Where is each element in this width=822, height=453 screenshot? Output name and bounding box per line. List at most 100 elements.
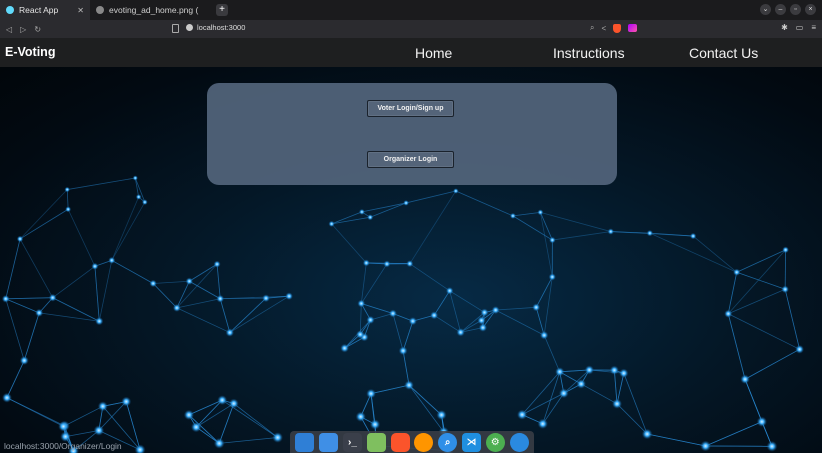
network-node [724, 309, 733, 318]
network-node [369, 419, 381, 430]
search-app-icon[interactable]: ⌕ [438, 432, 458, 452]
back-icon[interactable]: ◁ [6, 25, 12, 34]
files-icon[interactable] [319, 432, 339, 452]
zoom-icon[interactable]: ⌕ [590, 23, 594, 33]
tab-evoting-image[interactable]: evoting_ad_home.png ( [90, 0, 212, 20]
hero-background: Voter Login/Sign up Organizer Login loca… [0, 67, 822, 453]
network-node [228, 398, 239, 409]
voter-login-button[interactable]: Voter Login/Sign up [367, 100, 454, 117]
network-line [581, 383, 618, 405]
network-node [355, 330, 365, 339]
network-node [480, 308, 489, 317]
extensions-icon[interactable]: ✱ [781, 23, 788, 32]
image-favicon-icon [96, 6, 104, 14]
network-node [2, 392, 12, 403]
vscode-icon[interactable]: ⋊ [461, 432, 481, 452]
firefox-icon[interactable] [414, 432, 434, 452]
docker-icon[interactable] [509, 432, 529, 452]
network-line [405, 190, 456, 204]
network-node [406, 260, 414, 268]
network-node [539, 330, 549, 340]
network-line [176, 307, 230, 333]
brave-shield-icon[interactable] [613, 23, 622, 33]
network-line [727, 272, 738, 314]
network-node [149, 279, 157, 288]
nav-home[interactable]: Home [415, 45, 452, 61]
network-node [108, 256, 116, 264]
network-line [188, 399, 223, 416]
network-line [229, 295, 290, 333]
network-line [94, 266, 100, 322]
network-node [366, 315, 375, 325]
network-node [408, 317, 417, 326]
site-info-icon[interactable] [186, 24, 193, 31]
nav-instructions[interactable]: Instructions [553, 45, 625, 61]
network-node [355, 411, 366, 422]
network-node [477, 316, 486, 325]
maximize-icon[interactable]: ▫ [790, 4, 801, 15]
network-line [5, 298, 40, 314]
network-line [535, 307, 545, 336]
network-line [647, 433, 706, 447]
network-node [172, 303, 181, 312]
browser-tab-strip: React App ✕ evoting_ad_home.png ( + ⌄ – … [0, 0, 822, 20]
tab-list-icon[interactable]: ⌄ [760, 4, 771, 15]
organizer-login-button[interactable]: Organizer Login [367, 151, 454, 168]
network-line [219, 298, 231, 333]
network-node [782, 246, 789, 254]
network-line [409, 190, 457, 264]
tab-close-icon[interactable]: ✕ [77, 6, 84, 15]
network-line [433, 290, 451, 316]
desktop-icon[interactable] [295, 432, 315, 452]
network-node [19, 355, 29, 366]
network-line [736, 249, 786, 273]
network-node [532, 303, 541, 312]
network-node [58, 421, 69, 432]
new-tab-button[interactable]: + [216, 4, 228, 16]
network-line [613, 370, 618, 404]
reload-icon[interactable]: ↻ [34, 25, 41, 34]
network-node [548, 273, 556, 281]
url-text: localhost:3000 [197, 23, 246, 32]
network-node [445, 286, 454, 295]
network-line [216, 264, 221, 299]
text-editor-icon[interactable] [366, 432, 386, 452]
network-node [357, 299, 366, 308]
network-node [1, 294, 10, 303]
close-window-icon[interactable]: × [805, 4, 816, 15]
network-line [5, 238, 21, 299]
network-line [5, 298, 25, 361]
terminal-icon[interactable]: ›_ [342, 432, 362, 452]
brave-rewards-icon[interactable] [628, 24, 638, 32]
network-node [272, 432, 283, 443]
network-line [67, 177, 136, 190]
nav-contact-us[interactable]: Contact Us [689, 45, 758, 61]
network-node [555, 367, 565, 377]
network-node [16, 235, 24, 243]
network-line [229, 297, 267, 333]
menu-icon[interactable]: ≡ [811, 23, 816, 32]
network-node [641, 428, 653, 440]
taskbar-dock: ›_ ⌕ ⋊ ⚙ [290, 431, 534, 453]
network-node [576, 379, 586, 389]
brand-logo[interactable]: E-Voting [5, 45, 55, 59]
url-field[interactable]: localhost:3000 [186, 23, 245, 32]
minimize-icon[interactable]: – [775, 4, 786, 15]
network-node [612, 398, 623, 409]
forward-icon[interactable]: ▷ [20, 25, 26, 34]
bookmark-icon[interactable] [172, 24, 179, 33]
network-line [370, 384, 410, 395]
network-node [328, 220, 335, 228]
sidebar-icon[interactable]: ▭ [796, 23, 804, 32]
tab-react-app[interactable]: React App ✕ [0, 0, 90, 20]
network-node [367, 214, 374, 221]
network-line [728, 313, 800, 350]
settings-icon[interactable]: ⚙ [485, 432, 505, 452]
share-icon[interactable]: < [601, 24, 606, 33]
network-line [98, 260, 113, 322]
network-node [404, 380, 414, 390]
network-node [35, 308, 44, 317]
brave-browser-icon[interactable] [390, 432, 410, 452]
network-line [727, 313, 746, 380]
network-line [370, 202, 407, 218]
